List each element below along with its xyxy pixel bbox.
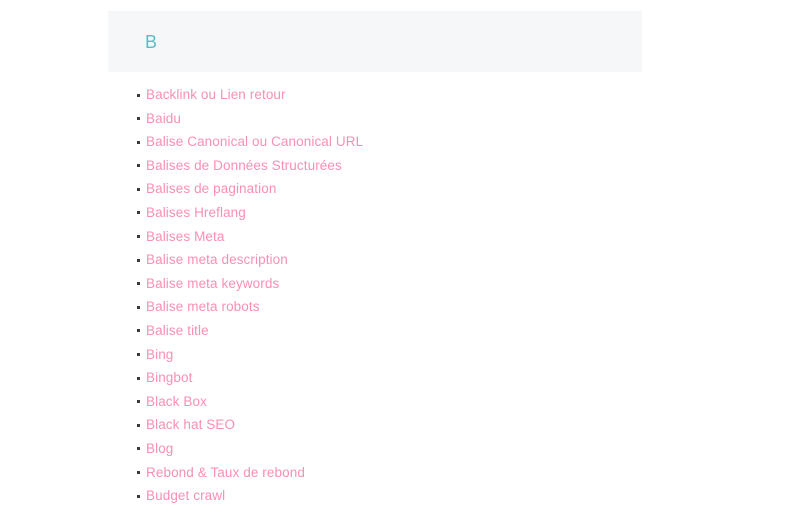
glossary-term-link[interactable]: Baidu bbox=[146, 111, 181, 126]
glossary-term-item[interactable]: Bingbot bbox=[108, 366, 642, 390]
glossary-term-item[interactable]: Balise Canonical ou Canonical URL bbox=[108, 130, 642, 154]
glossary-term-link[interactable]: Balises Hreflang bbox=[146, 205, 246, 220]
letter-section-heading: B bbox=[145, 31, 158, 52]
glossary-term-link[interactable]: Budget crawl bbox=[146, 488, 225, 503]
glossary-term-item[interactable]: Balise meta description bbox=[108, 248, 642, 272]
bullet-icon bbox=[137, 211, 140, 215]
glossary-term-link[interactable]: Backlink ou Lien retour bbox=[146, 87, 286, 102]
glossary-term-link[interactable]: Balise Canonical ou Canonical URL bbox=[146, 134, 363, 149]
glossary-term-item[interactable]: Balise title bbox=[108, 319, 642, 343]
bullet-icon bbox=[137, 117, 140, 121]
glossary-term-item[interactable]: Black Box bbox=[108, 390, 642, 414]
letter-section-header: B bbox=[108, 11, 642, 72]
bullet-icon bbox=[137, 376, 140, 380]
bullet-icon bbox=[137, 164, 140, 168]
glossary-term-item[interactable]: Budget crawl bbox=[108, 484, 642, 508]
glossary-term-link[interactable]: Balise title bbox=[146, 323, 209, 338]
glossary-term-link[interactable]: Balises Meta bbox=[146, 229, 224, 244]
bullet-icon bbox=[137, 305, 140, 309]
glossary-term-link[interactable]: Balise meta robots bbox=[146, 299, 260, 314]
glossary-term-link[interactable]: Bingbot bbox=[146, 370, 193, 385]
glossary-term-item[interactable]: Blog bbox=[108, 437, 642, 461]
glossary-term-link[interactable]: Balises de pagination bbox=[146, 181, 276, 196]
letter-section-header-inner: B bbox=[145, 11, 157, 72]
glossary-term-item[interactable]: Balises Meta bbox=[108, 225, 642, 249]
glossary-term-link[interactable]: Blog bbox=[146, 441, 173, 456]
glossary-term-item[interactable]: Balises de Données Structurées bbox=[108, 154, 642, 178]
bullet-icon bbox=[137, 329, 140, 333]
bullet-icon bbox=[137, 353, 140, 357]
bullet-icon bbox=[137, 187, 140, 191]
glossary-term-item[interactable]: Balises de pagination bbox=[108, 177, 642, 201]
glossary-term-list: Backlink ou Lien retour Baidu Balise Canon… bbox=[108, 83, 642, 508]
glossary-term-item[interactable]: Rebond & Taux de rebond bbox=[108, 461, 642, 485]
glossary-term-link[interactable]: Rebond & Taux de rebond bbox=[146, 465, 305, 480]
glossary-term-item[interactable]: Bing bbox=[108, 343, 642, 367]
bullet-icon bbox=[137, 93, 140, 97]
glossary-term-link[interactable]: Balise meta keywords bbox=[146, 276, 279, 291]
glossary-term-item[interactable]: Black hat SEO bbox=[108, 413, 642, 437]
bullet-icon bbox=[137, 258, 140, 262]
glossary-term-item[interactable]: Backlink ou Lien retour bbox=[108, 83, 642, 107]
bullet-icon bbox=[137, 400, 140, 404]
glossary-term-link[interactable]: Black hat SEO bbox=[146, 417, 235, 432]
glossary-page: B Backlink ou Lien retour Baidu Balise Can… bbox=[0, 0, 800, 530]
bullet-icon bbox=[137, 471, 140, 474]
glossary-term-item[interactable]: Balises Hreflang bbox=[108, 201, 642, 225]
bullet-icon bbox=[137, 494, 140, 498]
glossary-term-link[interactable]: Balise meta description bbox=[146, 252, 288, 267]
bullet-icon bbox=[137, 235, 140, 239]
bullet-icon bbox=[137, 140, 140, 144]
glossary-term-item[interactable]: Balise meta keywords bbox=[108, 272, 642, 296]
glossary-term-link[interactable]: Black Box bbox=[146, 394, 207, 409]
bullet-icon bbox=[137, 282, 140, 286]
glossary-term-item[interactable]: Baidu bbox=[108, 107, 642, 131]
bullet-icon bbox=[137, 423, 140, 427]
glossary-term-link[interactable]: Balises de Données Structurées bbox=[146, 158, 342, 173]
glossary-term-item[interactable]: Balise meta robots bbox=[108, 295, 642, 319]
bullet-icon bbox=[137, 447, 140, 451]
glossary-term-link[interactable]: Bing bbox=[146, 347, 173, 362]
